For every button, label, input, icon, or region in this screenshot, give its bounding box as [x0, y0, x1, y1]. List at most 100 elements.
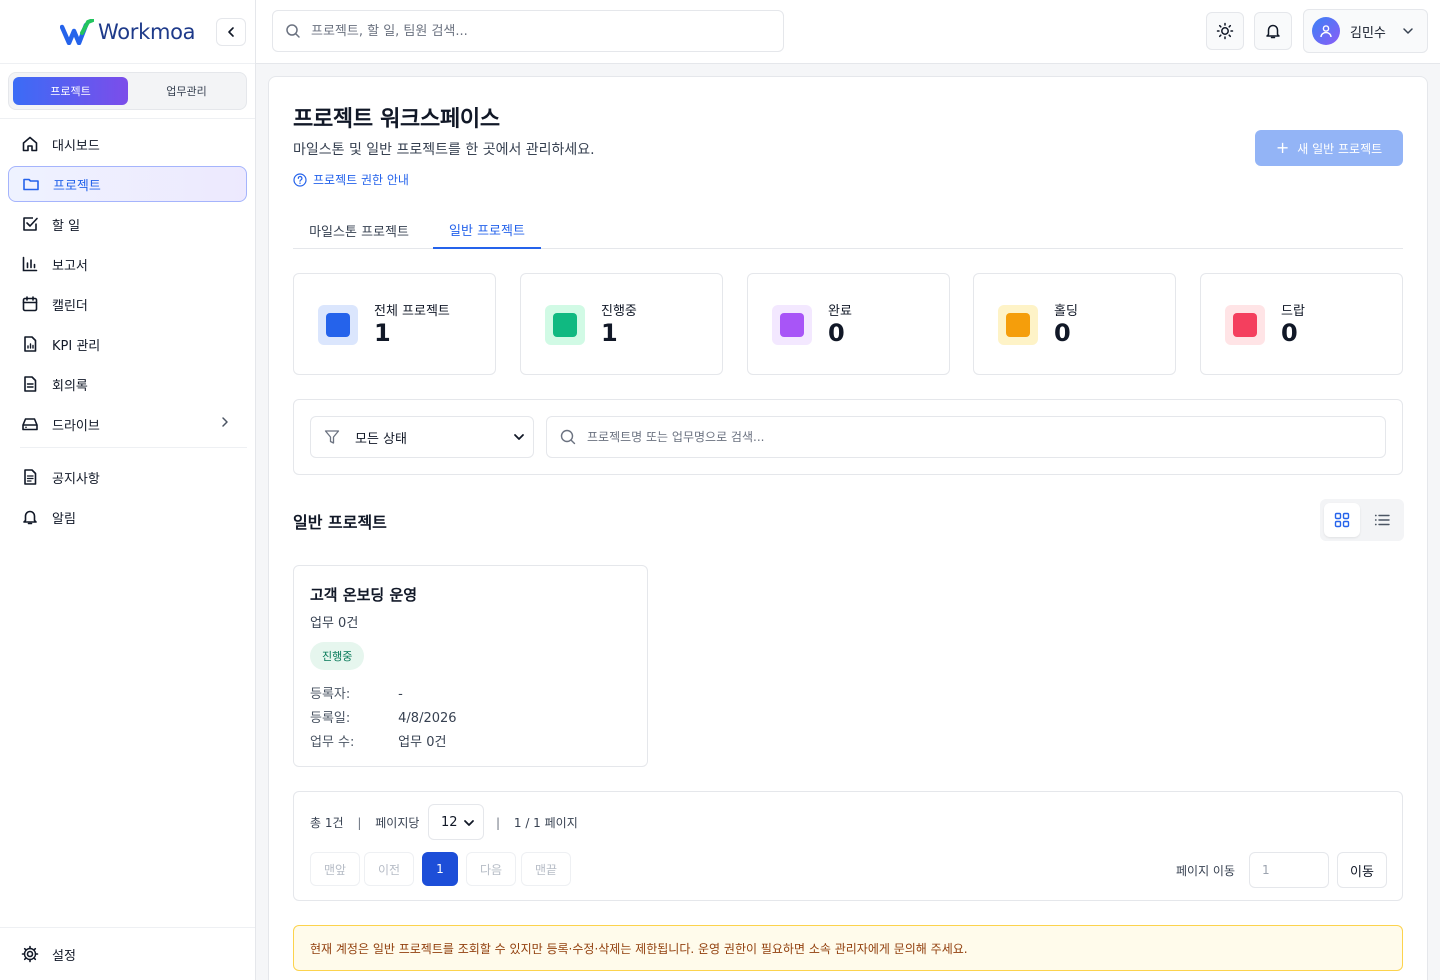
bar-chart-icon — [20, 254, 40, 274]
permission-guide-link[interactable]: 프로젝트 권한 안내 — [293, 171, 409, 188]
help-circle-icon — [293, 172, 307, 187]
sidebar-item-settings[interactable]: 설정 — [8, 936, 247, 972]
global-search-input[interactable] — [311, 23, 751, 39]
page-info: 1 / 1 페이지 — [513, 816, 578, 830]
stat-label: 드랍 — [1281, 304, 1305, 319]
sidebar: Workmoa 프로젝트 업무관리 대시보드 프로젝트 할 일 보고서 캘린더 … — [0, 0, 256, 980]
sidebar-item-label: 프로젝트 — [53, 178, 101, 194]
page-jump-input[interactable] — [1249, 852, 1329, 888]
sidebar-item-notice[interactable]: 공지사항 — [8, 459, 247, 495]
sidebar-item-label: 대시보드 — [52, 138, 100, 154]
last-page-button[interactable]: 맨끝 — [521, 852, 571, 886]
project-search-input[interactable] — [587, 430, 1367, 444]
drive-icon — [20, 414, 40, 434]
chevron-down-icon — [1403, 28, 1413, 34]
status-filter-value: 모든 상태 — [355, 431, 407, 447]
first-page-button[interactable]: 맨앞 — [310, 852, 360, 886]
meta-value: 4/8/2026 — [398, 711, 457, 726]
sidebar-item-reports[interactable]: 보고서 — [8, 246, 247, 282]
filter-icon — [324, 430, 340, 444]
plus-icon: + — [1275, 138, 1290, 157]
page-subtitle: 마일스톤 및 일반 프로젝트를 한 곳에서 관리하세요. — [293, 142, 595, 158]
stat-square-icon — [998, 305, 1038, 345]
new-project-button[interactable]: + 새 일반 프로젝트 — [1255, 130, 1403, 166]
sidebar-item-label: 캘린더 — [52, 298, 88, 314]
pager-total: 총 1건 | 페이지당 — [310, 814, 419, 831]
stat-square-icon — [318, 305, 358, 345]
search-icon — [286, 24, 300, 38]
stat-value: 0 — [828, 319, 845, 347]
stat-value: 1 — [374, 319, 391, 347]
list-view-button[interactable] — [1364, 503, 1400, 537]
notifications-button[interactable] — [1254, 12, 1292, 50]
divider — [0, 118, 255, 119]
stat-label: 진행중 — [601, 304, 637, 319]
search-icon — [560, 429, 576, 445]
sidebar-item-dashboard[interactable]: 대시보드 — [8, 126, 247, 162]
per-page-select[interactable]: 12 — [428, 804, 484, 840]
user-menu-button[interactable]: 김민수 — [1303, 9, 1428, 53]
page-jump-button[interactable]: 이동 — [1337, 852, 1387, 888]
main-panel: 프로젝트 워크스페이스 마일스톤 및 일반 프로젝트를 한 곳에서 관리하세요.… — [268, 76, 1428, 980]
chevron-left-icon — [228, 27, 234, 37]
collapse-sidebar-button[interactable] — [216, 18, 246, 46]
bell-icon — [1266, 24, 1280, 39]
project-search — [546, 416, 1386, 458]
notice-icon — [20, 467, 40, 487]
permission-notice: 현재 계정은 일반 프로젝트를 조회할 수 있지만 등록·수정·삭제는 제한됩니… — [293, 925, 1403, 971]
sidebar-item-label: 할 일 — [52, 218, 81, 234]
user-icon — [1320, 25, 1332, 38]
meta-value: - — [398, 687, 403, 702]
sidebar-item-project[interactable]: 프로젝트 — [8, 166, 247, 202]
sidebar-item-todo[interactable]: 할 일 — [8, 206, 247, 242]
user-name: 김민수 — [1350, 25, 1386, 41]
topbar: 김민수 — [256, 0, 1440, 64]
avatar — [1312, 17, 1340, 45]
stat-square-icon — [1225, 305, 1265, 345]
prev-page-button[interactable]: 이전 — [364, 852, 414, 886]
stat-value: 0 — [1281, 319, 1298, 347]
stat-card-total: 전체 프로젝트 1 — [293, 273, 496, 375]
tab-general[interactable]: 일반 프로젝트 — [433, 211, 541, 249]
tab-milestone[interactable]: 마일스톤 프로젝트 — [293, 211, 425, 249]
meta-key: 업무 수: — [310, 735, 355, 750]
folder-icon — [21, 174, 41, 194]
stat-label: 완료 — [828, 304, 852, 319]
mode-switch: 프로젝트 업무관리 — [8, 72, 247, 110]
stat-value: 0 — [1054, 319, 1071, 347]
grid-icon — [1334, 512, 1350, 528]
stat-square-icon — [545, 305, 585, 345]
sidebar-item-alerts[interactable]: 알림 — [8, 499, 247, 535]
stat-card-holding: 홀딩 0 — [973, 273, 1176, 375]
settings-row: 설정 — [0, 927, 255, 980]
stat-label: 홀딩 — [1054, 304, 1078, 319]
theme-toggle-button[interactable] — [1206, 12, 1244, 50]
grid-view-button[interactable] — [1324, 503, 1360, 537]
sun-icon — [1216, 22, 1234, 40]
project-card[interactable]: 고객 온보딩 운영 업무 0건 진행중 등록자: - 등록일: 4/8/2026… — [293, 565, 648, 767]
page-jump-label: 페이지 이동 — [1176, 864, 1236, 878]
next-page-button[interactable]: 다음 — [466, 852, 516, 886]
mode-task-button[interactable]: 업무관리 — [129, 77, 244, 105]
stat-card-active: 진행중 1 — [520, 273, 723, 375]
project-tabs: 마일스톤 프로젝트 일반 프로젝트 — [293, 211, 1403, 249]
sidebar-item-drive[interactable]: 드라이브 — [8, 406, 247, 442]
mode-project-button[interactable]: 프로젝트 — [13, 77, 128, 105]
stat-value: 1 — [601, 319, 618, 347]
stat-square-icon — [772, 305, 812, 345]
logo-text: Workmoa — [98, 19, 196, 44]
page-title: 프로젝트 워크스페이스 — [293, 107, 500, 132]
stat-card-done: 완료 0 — [747, 273, 950, 375]
per-page-value: 12 — [441, 814, 458, 830]
global-search — [272, 10, 784, 52]
sidebar-item-label: 알림 — [52, 511, 76, 527]
sidebar-item-minutes[interactable]: 회의록 — [8, 366, 247, 402]
sidebar-item-calendar[interactable]: 캘린더 — [8, 286, 247, 322]
page-1-button[interactable]: 1 — [422, 852, 458, 886]
status-filter-select[interactable]: 모든 상태 — [310, 416, 534, 458]
workmoa-logo-icon — [60, 18, 94, 45]
stat-card-dropped: 드랍 0 — [1200, 273, 1403, 375]
document-icon — [20, 374, 40, 394]
sidebar-item-kpi[interactable]: KPI 관리 — [8, 326, 247, 362]
home-icon — [20, 134, 40, 154]
